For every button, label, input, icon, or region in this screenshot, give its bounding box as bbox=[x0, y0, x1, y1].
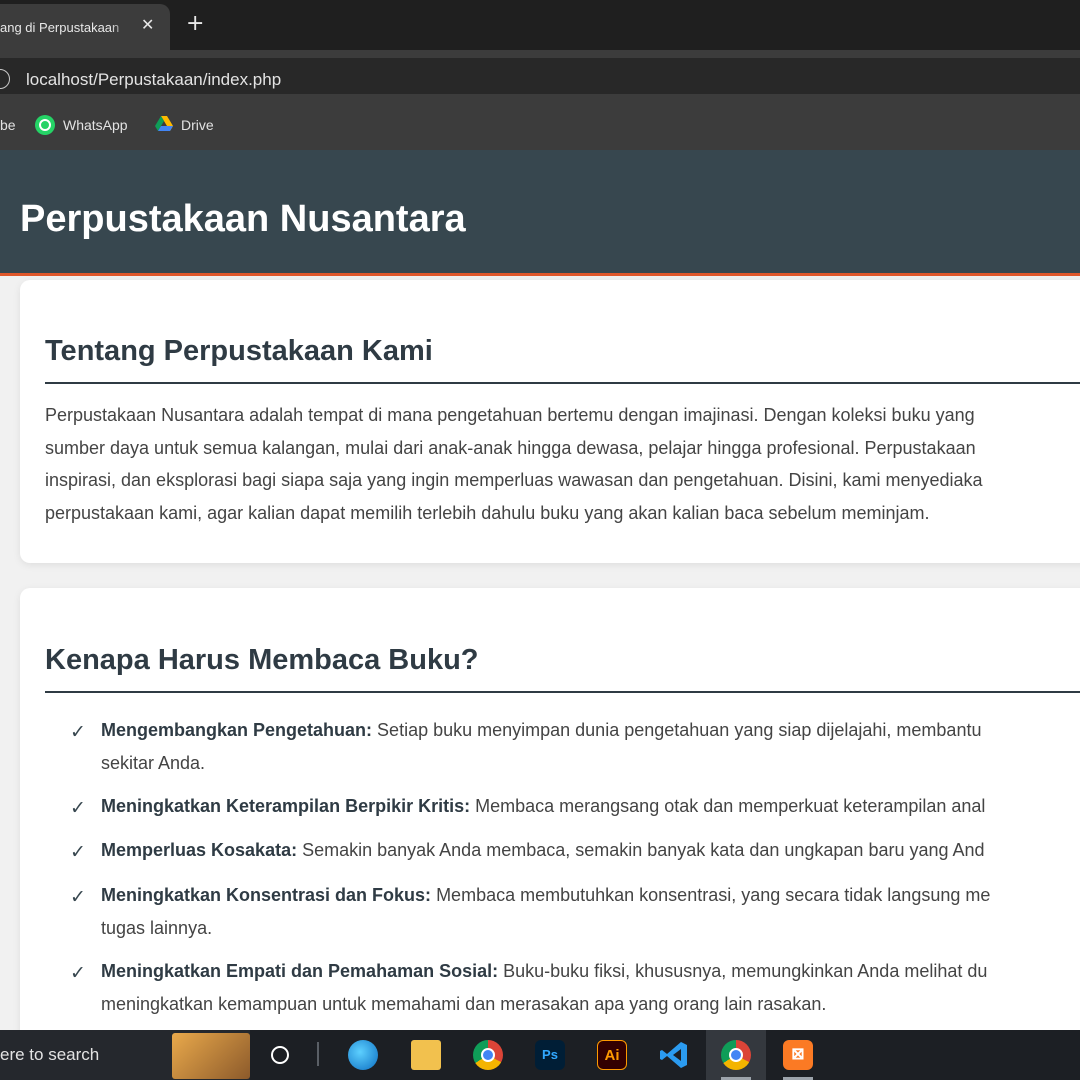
check-icon: ✓ bbox=[70, 886, 86, 908]
list-item-text: Meningkatkan Empati dan Pemahaman Sosial… bbox=[101, 955, 1080, 1020]
search-highlight-image bbox=[172, 1033, 250, 1079]
chrome-icon[interactable] bbox=[473, 1040, 503, 1070]
illustrator-icon[interactable]: Ai bbox=[597, 1040, 627, 1070]
about-paragraph: Perpustakaan Nusantara adalah tempat di … bbox=[45, 399, 1080, 529]
check-icon: ✓ bbox=[70, 721, 86, 743]
list-item-title: Meningkatkan Empati dan Pemahaman Sosial… bbox=[101, 961, 499, 981]
taskbar-search-placeholder[interactable]: ere to search bbox=[0, 1045, 99, 1065]
check-icon: ✓ bbox=[70, 841, 86, 863]
edge-icon[interactable] bbox=[348, 1040, 378, 1070]
list-item-desc: Membaca merangsang otak dan memperkuat k… bbox=[470, 796, 986, 816]
check-icon: ✓ bbox=[70, 962, 86, 984]
list-item-desc: Setiap buku menyimpan dunia pengetahuan … bbox=[372, 720, 982, 740]
list-item-cont: tugas lainnya. bbox=[101, 917, 213, 938]
reasons-section: Kenapa Harus Membaca Buku? ✓ Mengembangk… bbox=[20, 588, 1080, 1048]
list-item-text: Meningkatkan Keterampilan Berpikir Kriti… bbox=[101, 790, 1080, 823]
xampp-icon[interactable]: ⊠ bbox=[783, 1040, 813, 1070]
about-heading: Tentang Perpustakaan Kami bbox=[45, 335, 433, 367]
photoshop-icon[interactable]: Ps bbox=[535, 1040, 565, 1070]
tab-title: ang di Perpustakaan bbox=[0, 20, 120, 35]
list-item-cont: meningkatkan kemampuan untuk memahami da… bbox=[101, 993, 827, 1014]
heading-divider bbox=[45, 382, 1080, 384]
whatsapp-icon bbox=[35, 115, 55, 135]
list-item-desc: Semakin banyak Anda membaca, semakin ban… bbox=[297, 840, 985, 860]
list-item-text: Meningkatkan Konsentrasi dan Fokus: Memb… bbox=[101, 879, 1080, 944]
check-icon: ✓ bbox=[70, 797, 86, 819]
heading-divider bbox=[45, 691, 1080, 693]
bookmark-drive[interactable]: Drive bbox=[181, 117, 214, 133]
reasons-heading: Kenapa Harus Membaca Buku? bbox=[45, 644, 479, 676]
about-section: Tentang Perpustakaan Kami Perpustakaan N… bbox=[20, 280, 1080, 563]
file-explorer-icon[interactable] bbox=[411, 1040, 441, 1070]
list-item-text: Memperluas Kosakata: Semakin banyak Anda… bbox=[101, 834, 1080, 867]
list-item-cont: sekitar Anda. bbox=[101, 752, 206, 773]
list-item-title: Meningkatkan Konsentrasi dan Fokus: bbox=[101, 885, 432, 905]
browser-tab[interactable]: ang di Perpustakaan ✕ bbox=[0, 4, 170, 50]
list-item-title: Mengembangkan Pengetahuan: bbox=[101, 720, 373, 740]
close-icon[interactable]: ✕ bbox=[141, 15, 154, 34]
site-title: Perpustakaan Nusantara bbox=[20, 198, 466, 240]
bookmark-youtube[interactable]: be bbox=[0, 117, 16, 133]
about-line: perpustakaan kami, agar kalian dapat mem… bbox=[45, 502, 930, 523]
taskbar-divider bbox=[317, 1042, 319, 1066]
list-item-title: Memperluas Kosakata: bbox=[101, 840, 298, 860]
about-line: inspirasi, dan eksplorasi bagi siapa saj… bbox=[45, 470, 983, 490]
chrome-active-icon[interactable] bbox=[721, 1040, 751, 1070]
task-view-icon[interactable] bbox=[271, 1046, 289, 1064]
list-item-desc: Membaca membutuhkan konsentrasi, yang se… bbox=[431, 885, 991, 905]
site-header: Perpustakaan Nusantara bbox=[0, 150, 1080, 276]
about-line: Perpustakaan Nusantara adalah tempat di … bbox=[45, 405, 975, 425]
about-line: sumber daya untuk semua kalangan, mulai … bbox=[45, 437, 976, 458]
list-item-text: Mengembangkan Pengetahuan: Setiap buku m… bbox=[101, 714, 1080, 779]
url-text[interactable]: localhost/Perpustakaan/index.php bbox=[26, 70, 281, 90]
bookmark-whatsapp[interactable]: WhatsApp bbox=[63, 117, 128, 133]
list-item-title: Meningkatkan Keterampilan Berpikir Kriti… bbox=[101, 796, 471, 816]
browser-tab-strip: ang di Perpustakaan ✕ + bbox=[0, 0, 1080, 50]
new-tab-button[interactable]: + bbox=[186, 11, 204, 36]
vscode-icon[interactable] bbox=[659, 1040, 689, 1070]
google-drive-icon bbox=[155, 116, 173, 131]
list-item-desc: Buku-buku fiksi, khususnya, memungkinkan… bbox=[498, 961, 988, 981]
